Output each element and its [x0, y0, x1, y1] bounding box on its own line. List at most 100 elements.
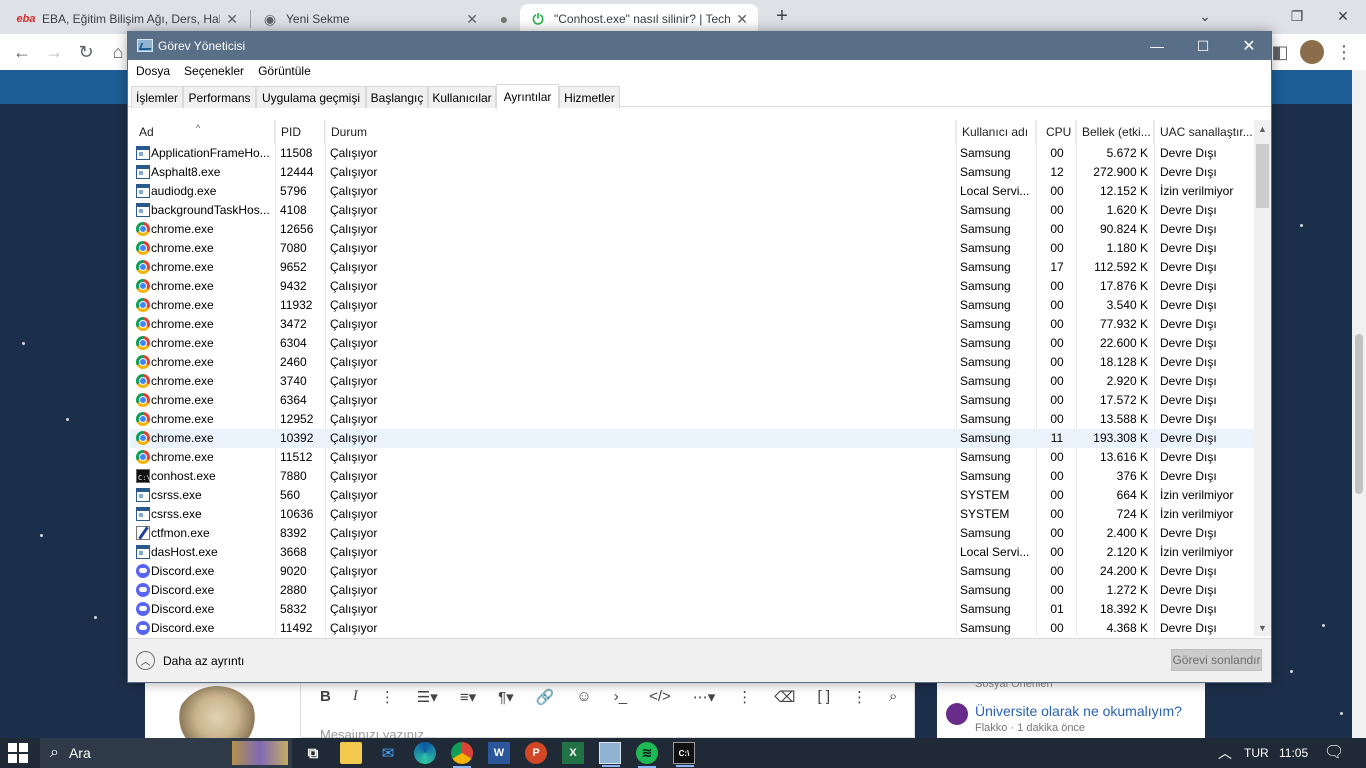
column-header-pid[interactable]: PID — [275, 120, 325, 144]
browser-tab-new[interactable]: ◉ Yeni Sekme ✕ — [252, 4, 488, 34]
table-row[interactable]: chrome.exe 9432 Çalışıyor Samsung 00 17.876 K… — [130, 277, 1254, 296]
table-row[interactable]: ApplicationFrameHo... 11508 Çalışıyor Samsu… — [130, 144, 1254, 163]
table-row[interactable]: Discord.exe 2880 Çalışıyor Samsung 00 1.272 K… — [130, 581, 1254, 600]
tab-uygulama-gecmisi[interactable]: Uygulama geçmişi — [256, 86, 366, 108]
page-scrollbar-thumb[interactable] — [1355, 334, 1363, 494]
tab-kullanicilar[interactable]: Kullanıcılar — [428, 86, 496, 108]
column-header-memory[interactable]: Bellek (etki... — [1076, 120, 1154, 144]
table-row[interactable]: chrome.exe 12952 Çalışıyor Samsung 00 13.588 … — [130, 410, 1254, 429]
code-block-icon[interactable]: </> — [649, 688, 671, 706]
language-indicator[interactable]: TUR — [1244, 738, 1269, 768]
reload-icon[interactable]: ↻ — [74, 40, 98, 64]
back-icon[interactable]: ← — [10, 40, 34, 64]
browser-tab-pinned[interactable]: ● — [490, 4, 518, 34]
menu-dots-icon[interactable]: ⋮ — [1332, 40, 1356, 64]
table-row[interactable]: backgroundTaskHos... 4108 Çalışıyor Samsung… — [130, 201, 1254, 220]
align-icon[interactable]: ≡▾ — [460, 688, 476, 706]
powerpoint-icon[interactable]: P — [525, 742, 547, 764]
column-header-uac[interactable]: UAC sanallaştır... — [1154, 120, 1254, 144]
table-row[interactable]: csrss.exe 10636 Çalışıyor SYSTEM 00 724 K İzin… — [130, 505, 1254, 524]
close-tab-icon[interactable]: ✕ — [736, 11, 748, 28]
link-icon[interactable]: 🔗 — [536, 688, 555, 706]
table-row[interactable]: Discord.exe 11492 Çalışıyor Samsung 00 4.368 … — [130, 619, 1254, 636]
new-tab-button[interactable]: + — [770, 5, 794, 28]
table-row[interactable]: Discord.exe 9020 Çalışıyor Samsung 00 24.200 … — [130, 562, 1254, 581]
menu-goruntule[interactable]: Görüntüle — [258, 64, 311, 78]
mail-icon[interactable]: ✉ — [377, 742, 399, 764]
browser-tab-technopat[interactable]: ⏻ "Conhost.exe" nasıl silinir? | Techn ✕ — [520, 4, 758, 34]
scroll-up-icon[interactable]: ▲ — [1254, 120, 1271, 137]
task-manager-titlebar[interactable]: Görev Yöneticisi — ☐ ✕ — [128, 32, 1271, 60]
tab-baslangic[interactable]: Başlangıç — [366, 86, 428, 108]
more-options-icon[interactable]: ⋯▾ — [693, 688, 716, 706]
table-row[interactable]: conhost.exe 7880 Çalışıyor Samsung 00 376 K De… — [130, 467, 1254, 486]
table-row[interactable]: csrss.exe 560 Çalışıyor SYSTEM 00 664 K İzin v… — [130, 486, 1254, 505]
edge-icon[interactable] — [414, 742, 436, 764]
table-row[interactable]: chrome.exe 2460 Çalışıyor Samsung 00 18.128 K… — [130, 353, 1254, 372]
column-header-cpu[interactable]: CPU — [1036, 120, 1076, 144]
notifications-icon[interactable]: 🗨 — [1324, 738, 1344, 768]
table-row[interactable]: audiodg.exe 5796 Çalışıyor Local Servi... 00… — [130, 182, 1254, 201]
table-row[interactable]: chrome.exe 11512 Çalışıyor Samsung 00 13.616 … — [130, 448, 1254, 467]
table-row[interactable]: chrome.exe 6304 Çalışıyor Samsung 00 22.600 K… — [130, 334, 1254, 353]
menu-dosya[interactable]: Dosya — [136, 64, 170, 78]
table-row[interactable]: Asphalt8.exe 12444 Çalışıyor Samsung 12 272.9… — [130, 163, 1254, 182]
table-row[interactable]: chrome.exe 3472 Çalışıyor Samsung 00 77.932 K… — [130, 315, 1254, 334]
suggestion-link[interactable]: Üniversite olarak ne okumalıyım? — [975, 703, 1182, 719]
scroll-down-icon[interactable]: ▼ — [1254, 619, 1271, 636]
task-view-icon[interactable]: ⧉ — [302, 742, 324, 764]
list-icon[interactable]: ☰▾ — [417, 688, 438, 706]
table-scrollbar-thumb[interactable] — [1256, 144, 1269, 208]
taskbar-search-box[interactable]: ⌕ Ara — [40, 738, 292, 768]
minimize-icon[interactable]: — — [1134, 32, 1180, 60]
brackets-icon[interactable]: [ ] — [818, 688, 831, 706]
tab-hizmetler[interactable]: Hizmetler — [559, 86, 620, 108]
fewer-details-button[interactable]: ︿ Daha az ayrıntı — [136, 651, 244, 670]
close-tab-icon[interactable]: ✕ — [466, 11, 478, 28]
code-inline-icon[interactable]: ›_ — [614, 688, 627, 706]
clock[interactable]: 11:05 — [1279, 738, 1308, 768]
browser-close-icon[interactable]: ✕ — [1320, 0, 1366, 32]
table-row[interactable]: chrome.exe 9652 Çalışıyor Samsung 17 112.592 … — [130, 258, 1254, 277]
table-row[interactable]: dasHost.exe 3668 Çalışıyor Local Servi... 00… — [130, 543, 1254, 562]
chrome-icon[interactable] — [451, 742, 473, 768]
profile-avatar-icon[interactable] — [1300, 40, 1324, 64]
menu-secenekler[interactable]: Seçenekler — [184, 64, 244, 78]
table-row[interactable]: chrome.exe 12656 Çalışıyor Samsung 00 90.824 … — [130, 220, 1254, 239]
tray-chevron-up-icon[interactable]: ︿ — [1218, 738, 1232, 768]
table-row[interactable]: chrome.exe 10392 Çalışıyor Samsung 11 193.308… — [130, 429, 1254, 448]
more-vertical-icon[interactable]: ⋮ — [380, 688, 395, 706]
tab-ayrintilar[interactable]: Ayrıntılar — [496, 84, 559, 109]
maximize-icon[interactable]: ☐ — [1180, 32, 1226, 60]
table-row[interactable]: Discord.exe 5832 Çalışıyor Samsung 01 18.392 … — [130, 600, 1254, 619]
task-manager-taskbar-icon[interactable] — [599, 742, 621, 767]
start-windows-icon[interactable] — [8, 743, 28, 763]
column-header-status[interactable]: Durum — [325, 120, 956, 144]
emoji-icon[interactable]: ☺ — [576, 688, 591, 706]
more-vertical-icon[interactable]: ⋮ — [737, 688, 752, 706]
word-icon[interactable]: W — [488, 742, 510, 764]
console-icon[interactable]: C:\ — [673, 742, 695, 767]
column-header-name[interactable]: ^ Ad — [130, 120, 275, 144]
table-scrollbar[interactable]: ▲ ▼ — [1254, 120, 1271, 636]
table-row[interactable]: ctfmon.exe 8392 Çalışıyor Samsung 00 2.400 K D… — [130, 524, 1254, 543]
paragraph-icon[interactable]: ¶▾ — [498, 688, 514, 706]
column-header-user[interactable]: Kullanıcı adı — [956, 120, 1036, 144]
spotify-icon[interactable]: ≋ — [636, 742, 658, 768]
eraser-icon[interactable]: ⌫ — [774, 688, 795, 706]
table-row[interactable]: chrome.exe 3740 Çalışıyor Samsung 00 2.920 K D… — [130, 372, 1254, 391]
page-scrollbar[interactable] — [1352, 70, 1366, 738]
tab-islemler[interactable]: İşlemler — [131, 86, 183, 108]
table-row[interactable]: chrome.exe 6364 Çalışıyor Samsung 00 17.572 K… — [130, 391, 1254, 410]
tab-performans[interactable]: Performans — [183, 86, 256, 108]
table-row[interactable]: chrome.exe 7080 Çalışıyor Samsung 00 1.180 K D… — [130, 239, 1254, 258]
end-task-button[interactable]: Görevi sonlandır — [1171, 649, 1262, 671]
browser-tab-eba[interactable]: eba EBA, Eğitim Bilişim Ağı, Ders, Hab ✕ — [8, 4, 248, 34]
forward-icon[interactable]: → — [42, 40, 66, 64]
table-row[interactable]: chrome.exe 11932 Çalışıyor Samsung 00 3.540 K… — [130, 296, 1254, 315]
italic-icon[interactable]: I — [353, 688, 358, 706]
more-vertical-icon[interactable]: ⋮ — [852, 688, 867, 706]
preview-icon[interactable]: ⌕ — [889, 688, 897, 706]
browser-restore-icon[interactable]: ❐ — [1274, 0, 1320, 32]
close-tab-icon[interactable]: ✕ — [226, 11, 238, 28]
